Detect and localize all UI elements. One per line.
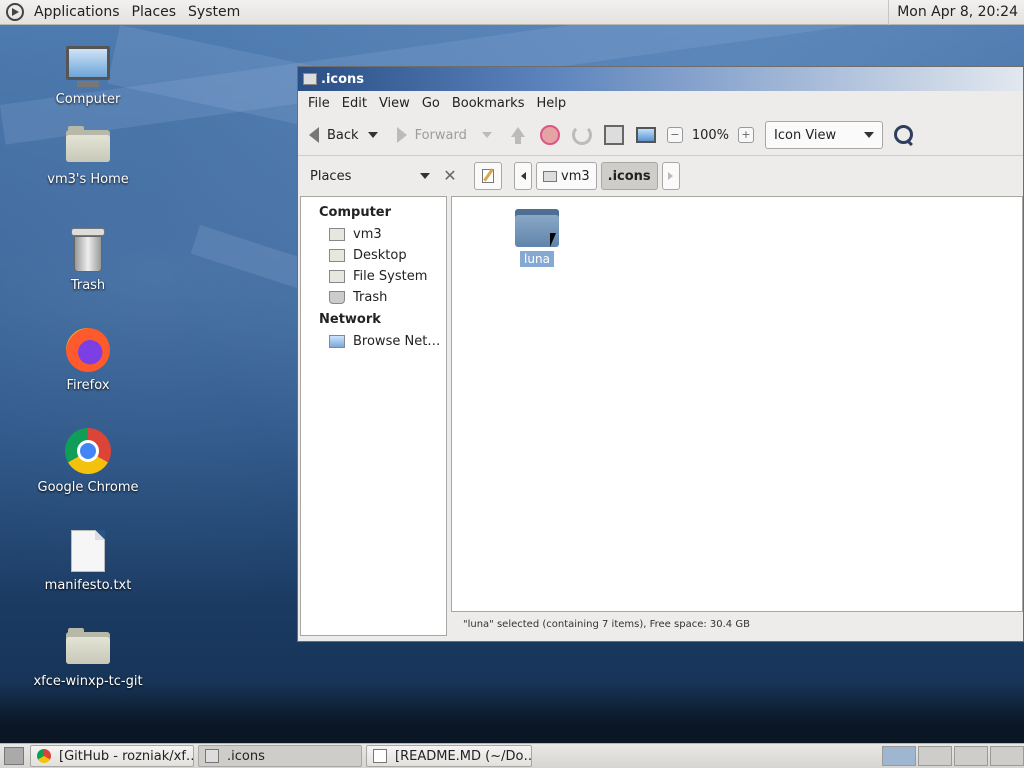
sidebar-item-file-system[interactable]: File System <box>301 266 446 287</box>
reload-icon[interactable] <box>571 125 592 145</box>
trash-icon <box>71 228 105 272</box>
home-icon <box>329 228 345 241</box>
desktop-icon-chrome[interactable]: Google Chrome <box>28 428 148 495</box>
location-bar: Places ✕ vm3 .icons <box>298 156 1023 196</box>
workspace-4[interactable] <box>990 746 1024 766</box>
back-button[interactable]: Back <box>304 120 364 150</box>
desktop-icon-firefox[interactable]: Firefox <box>28 328 148 393</box>
menu-bookmarks[interactable]: Bookmarks <box>446 96 531 111</box>
window-title: .icons <box>321 71 365 87</box>
chevron-down-icon <box>864 132 875 138</box>
sidebar-item-desktop[interactable]: Desktop <box>301 245 446 266</box>
chevron-right-icon <box>668 172 674 180</box>
mouse-cursor-icon <box>550 233 556 247</box>
sidebar-item-trash[interactable]: Trash <box>301 287 446 308</box>
places-sidebar: Computer vm3 Desktop File System Trash N… <box>300 196 447 636</box>
bottom-taskbar: [GitHub - rozniak/xf… .icons [README.MD … <box>0 743 1024 768</box>
trash-icon <box>329 291 345 304</box>
top-panel: Applications Places System Mon Apr 8, 20… <box>0 0 1024 25</box>
sidebar-item-browse-network[interactable]: Browse Net… <box>301 331 446 352</box>
window-folder-icon <box>303 73 317 85</box>
toolbar: Back Forward − 100% + Icon View <box>298 115 1023 156</box>
folder-icon <box>205 749 219 763</box>
task-readme-editor[interactable]: [README.MD (~/Do… <box>366 745 532 767</box>
clock[interactable]: Mon Apr 8, 20:24 <box>888 0 1024 25</box>
forward-history-dropdown[interactable] <box>481 132 492 138</box>
icon-view[interactable]: luna <box>451 196 1023 612</box>
text-editor-icon <box>373 749 387 763</box>
home-icon[interactable] <box>603 125 624 145</box>
places-selector[interactable]: Places <box>298 169 440 184</box>
breadcrumb-vm3[interactable]: vm3 <box>536 162 597 190</box>
folder-icon <box>66 628 110 664</box>
desktop-icon-trash[interactable]: Trash <box>28 228 148 293</box>
desktop-folder-icon <box>329 249 345 262</box>
chrome-icon <box>37 749 51 763</box>
window-titlebar[interactable]: .icons <box>298 67 1023 91</box>
menu-help[interactable]: Help <box>530 96 572 111</box>
edit-icon <box>482 169 494 183</box>
forward-arrow-icon <box>396 127 407 143</box>
breadcrumb-left-button[interactable] <box>514 162 532 190</box>
stop-icon[interactable] <box>539 125 560 145</box>
file-manager-window: .icons File Edit View Go Bookmarks Help … <box>297 66 1024 642</box>
network-icon <box>329 335 345 348</box>
desktop-icon-home[interactable]: vm3's Home <box>28 126 148 187</box>
menu-go[interactable]: Go <box>416 96 446 111</box>
applications-logo-icon[interactable] <box>6 3 24 21</box>
status-bar: "luna" selected (containing 7 items), Fr… <box>463 618 750 630</box>
computer-icon <box>66 46 110 87</box>
view-mode-select[interactable]: Icon View <box>765 121 884 149</box>
desktop-icon-computer[interactable]: Computer <box>28 46 148 107</box>
file-item-label: luna <box>520 251 554 267</box>
drive-icon <box>329 270 345 283</box>
workspace-1[interactable] <box>882 746 916 766</box>
chevron-down-icon <box>420 173 430 179</box>
zoom-in-button[interactable]: + <box>738 127 755 143</box>
menu-applications[interactable]: Applications <box>28 4 126 20</box>
forward-button[interactable]: Forward <box>392 120 472 150</box>
breadcrumb-right-button[interactable] <box>661 162 680 190</box>
desktop-icon-manifesto[interactable]: manifesto.txt <box>28 530 148 593</box>
breadcrumb-icons[interactable]: .icons <box>600 162 658 190</box>
close-sidebar-icon[interactable]: ✕ <box>440 166 460 186</box>
sidebar-heading-network: Network <box>319 312 381 327</box>
workspace-3[interactable] <box>954 746 988 766</box>
chevron-left-icon <box>520 172 526 180</box>
task-github-chrome[interactable]: [GitHub - rozniak/xf… <box>30 745 194 767</box>
firefox-icon <box>66 328 110 372</box>
back-arrow-icon <box>309 127 319 143</box>
menu-places[interactable]: Places <box>126 4 183 20</box>
text-file-icon <box>71 530 105 572</box>
desktop-icon-xfce-folder[interactable]: xfce-winxp-tc-git <box>28 628 148 689</box>
workspace-2[interactable] <box>918 746 952 766</box>
chrome-icon <box>65 428 111 474</box>
search-icon[interactable] <box>893 124 915 146</box>
zoom-out-button[interactable]: − <box>666 127 683 143</box>
edit-location-button[interactable] <box>474 162 502 190</box>
sidebar-heading-computer: Computer <box>319 205 392 220</box>
home-icon <box>543 170 557 182</box>
menu-system[interactable]: System <box>182 4 246 20</box>
sidebar-item-vm3[interactable]: vm3 <box>301 224 446 245</box>
home-folder-icon <box>66 126 110 162</box>
show-desktop-icon[interactable] <box>4 747 24 765</box>
back-history-dropdown[interactable] <box>367 132 378 138</box>
up-icon[interactable] <box>508 125 528 145</box>
menubar: File Edit View Go Bookmarks Help <box>298 91 1023 115</box>
main-pane: luna "luna" selected (containing 7 items… <box>451 196 1023 641</box>
menu-edit[interactable]: Edit <box>336 96 373 111</box>
task-icons-folder[interactable]: .icons <box>198 745 362 767</box>
menu-view[interactable]: View <box>373 96 416 111</box>
content-area: Computer vm3 Desktop File System Trash N… <box>298 196 1023 641</box>
computer-icon[interactable] <box>635 127 656 143</box>
zoom-level: 100% <box>691 127 730 143</box>
menu-file[interactable]: File <box>302 96 336 111</box>
